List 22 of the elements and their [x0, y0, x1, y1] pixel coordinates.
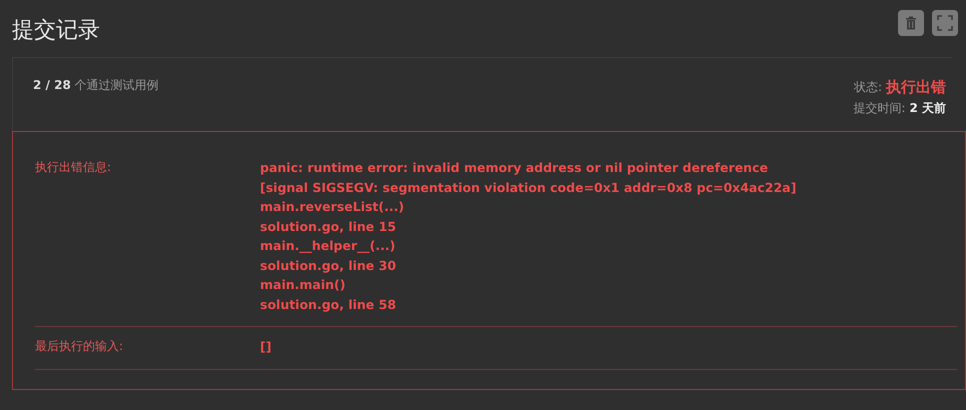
- error-line: main.reverseList(...): [260, 198, 406, 216]
- time-label: 提交时间:: [853, 100, 906, 116]
- row-label: 最后执行的输入:: [35, 338, 124, 355]
- error-line: [signal SIGSEGV: segmentation violation code=0x1 addr=0x8 pc=0x4ac22a]: [260, 178, 796, 197]
- fullscreen-button[interactable]: [932, 10, 958, 36]
- error-line: panic: runtime error: invalid memory address or nil pointer dereference: [260, 159, 769, 177]
- row-label: 执行出错信息:: [35, 159, 112, 176]
- page-title: 提交记录: [12, 19, 100, 45]
- status-value: 执行出错: [886, 77, 946, 98]
- passed-label: 个通过测试用例: [74, 78, 159, 92]
- time-value: 2 天前: [909, 100, 946, 116]
- error-line: main.__helper__(...): [260, 237, 396, 255]
- expand-icon: [937, 15, 953, 31]
- error-line: solution.go, line 30: [260, 256, 398, 275]
- status-label: 状态:: [854, 79, 882, 96]
- passed-count: 2 / 28: [33, 78, 71, 92]
- error-line: []: [260, 338, 272, 356]
- delete-button[interactable]: [898, 10, 924, 36]
- trash-icon: [905, 16, 917, 30]
- error-line: solution.go, line 15: [260, 218, 398, 236]
- error-line: main.main(): [260, 276, 346, 294]
- error-line: solution.go, line 58: [260, 296, 398, 314]
